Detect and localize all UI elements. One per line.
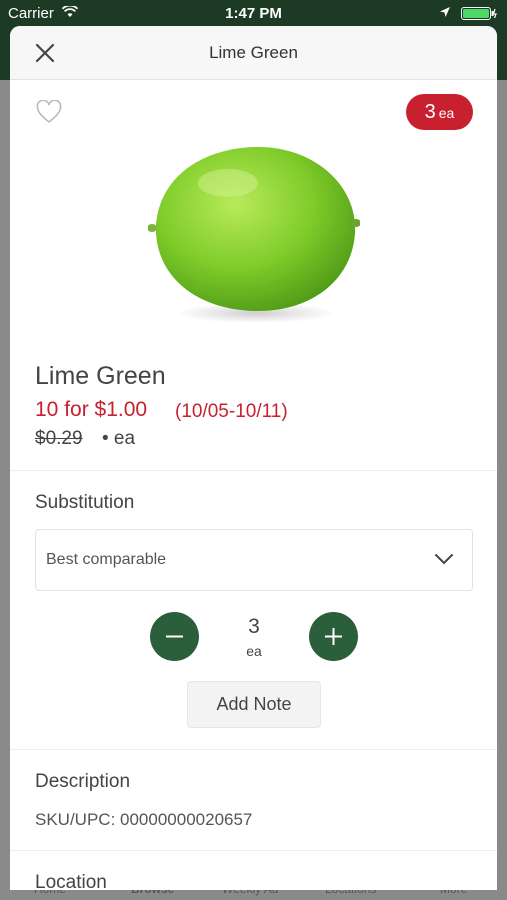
badge-unit: ea	[438, 105, 455, 121]
divider	[10, 470, 497, 471]
product-image	[148, 147, 360, 323]
product-detail-modal: Lime Green 3 ea Lime Green 10 for $1.00 (…	[10, 26, 497, 890]
original-price-unit: • ea	[102, 428, 136, 449]
modal-header: Lime Green	[10, 26, 497, 80]
substitution-value: Best comparable	[46, 551, 167, 568]
add-note-button[interactable]: Add Note	[187, 681, 321, 728]
minus-icon	[166, 635, 183, 638]
plus-icon	[325, 628, 342, 645]
sku-upc: SKU/UPC: 00000000020657	[35, 810, 253, 829]
status-bar: Carrier 1:47 PM	[0, 0, 507, 26]
product-name: Lime Green	[35, 362, 166, 390]
sale-dates: (10/05-10/11)	[175, 401, 288, 422]
divider	[10, 850, 497, 851]
quantity-value: 3	[248, 615, 260, 638]
increase-quantity-button[interactable]	[309, 612, 358, 661]
chevron-down-icon	[435, 554, 453, 565]
location-label: Location	[35, 872, 107, 890]
modal-title: Lime Green	[209, 43, 298, 62]
divider	[10, 749, 497, 750]
sale-price: 10 for $1.00	[35, 398, 148, 421]
status-time: 1:47 PM	[225, 5, 282, 22]
location-arrow-icon	[440, 7, 450, 17]
badge-quantity: 3	[424, 101, 436, 123]
decrease-quantity-button[interactable]	[150, 612, 199, 661]
substitution-label: Substitution	[35, 492, 135, 513]
heart-outline-icon[interactable]	[36, 100, 62, 124]
battery-icon	[461, 7, 497, 20]
original-price: $0.29	[35, 428, 83, 449]
cart-quantity-badge: 3 ea	[406, 94, 473, 130]
quantity-unit: ea	[246, 643, 262, 659]
description-label: Description	[35, 771, 131, 792]
substitution-dropdown[interactable]: Best comparable	[35, 529, 473, 591]
